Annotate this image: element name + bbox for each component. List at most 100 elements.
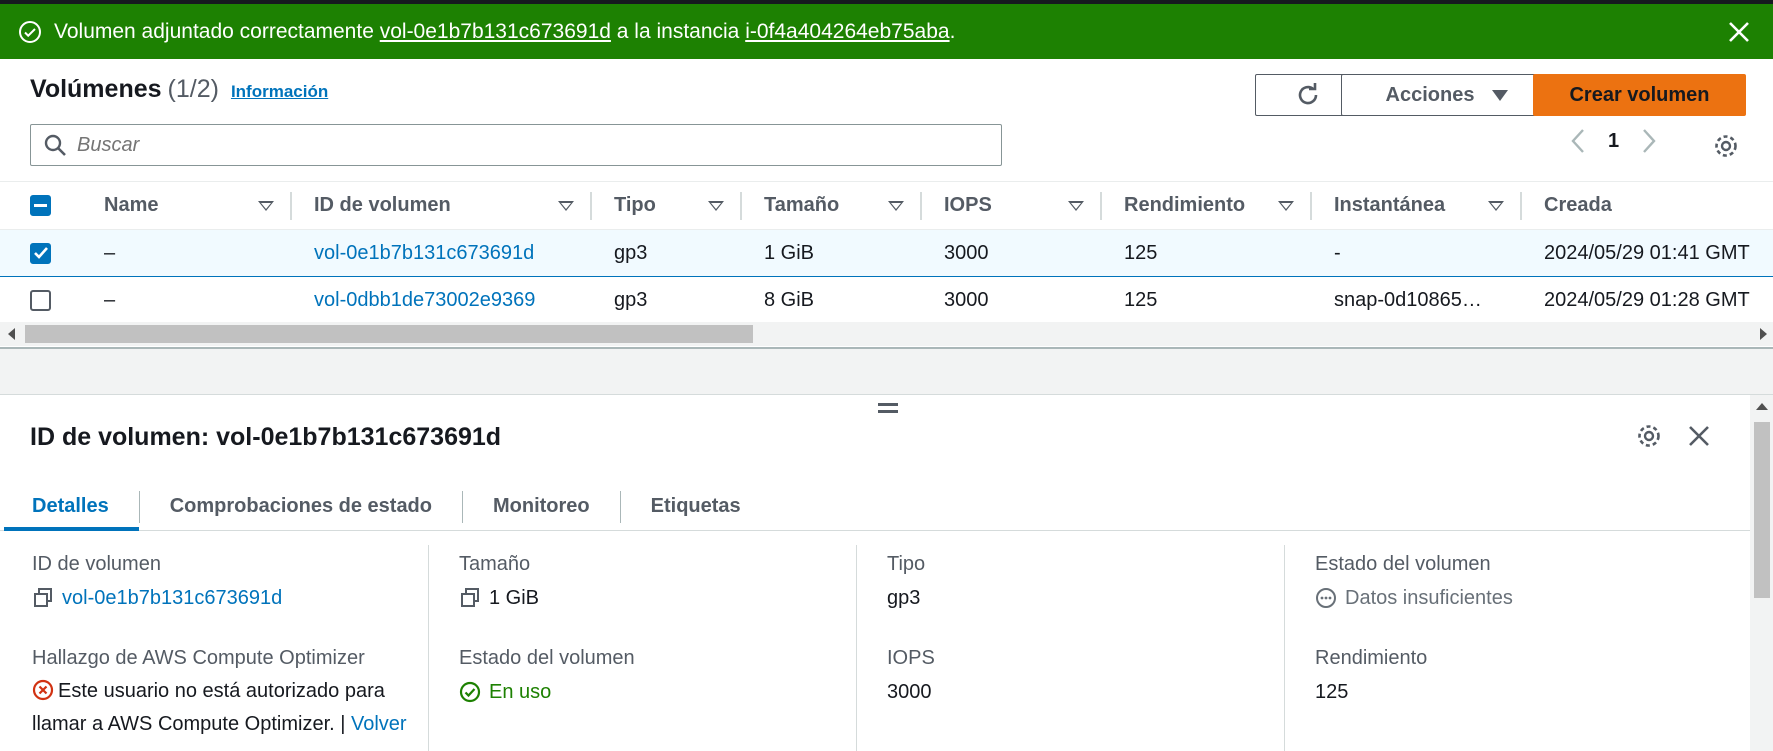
row-select-cell: [0, 276, 82, 324]
cell-iops: 3000: [922, 276, 1102, 324]
copy-icon[interactable]: [32, 587, 54, 609]
column-label: Tamaño: [764, 194, 840, 216]
cell-iops: 3000: [922, 229, 1102, 277]
tab-tags[interactable]: Etiquetas: [621, 483, 771, 530]
chevron-right-icon[interactable]: [1641, 128, 1657, 154]
refresh-icon: [1298, 83, 1318, 105]
pagination: 1: [1570, 128, 1657, 154]
table-row[interactable]: – vol-0dbb1de73002e9369 gp3 8 GiB 3000 1…: [0, 276, 1773, 324]
volume-id-link[interactable]: vol-0e1b7b131c673691d: [62, 587, 282, 610]
table-row[interactable]: – vol-0e1b7b131c673691d gp3 1 GiB 3000 1…: [0, 229, 1773, 277]
field-value: En uso: [459, 675, 856, 709]
column-header-iops[interactable]: IOPS: [922, 182, 1102, 230]
cell-throughput: 125: [1102, 229, 1312, 277]
column-label: ID de volumen: [314, 194, 451, 216]
sort-caret-icon[interactable]: [258, 200, 274, 211]
cell-snapshot: snap-0d10865…: [1312, 276, 1522, 324]
error-icon: [32, 679, 54, 701]
pending-icon: [1316, 588, 1336, 608]
column-header-created[interactable]: Creada: [1522, 182, 1773, 230]
info-link[interactable]: Información: [231, 82, 328, 102]
check-circle-icon: [459, 681, 481, 703]
retry-link[interactable]: Volver: [351, 713, 407, 735]
scroll-thumb[interactable]: [1754, 422, 1770, 598]
sort-caret-icon[interactable]: [558, 200, 574, 211]
close-icon[interactable]: [1725, 18, 1753, 46]
column-header-type[interactable]: Tipo: [592, 182, 742, 230]
detail-tabs: Detalles Comprobaciones de estado Monito…: [0, 483, 1750, 531]
sort-caret-icon[interactable]: [888, 200, 904, 211]
gear-icon[interactable]: [1713, 133, 1739, 159]
tab-monitoring[interactable]: Monitoreo: [463, 483, 620, 530]
page-title: Volúmenes: [30, 75, 162, 103]
drag-handle-icon[interactable]: [878, 403, 898, 413]
field-label: Rendimiento: [1315, 647, 1428, 669]
column-header-size[interactable]: Tamaño: [742, 182, 922, 230]
field-label: Tipo: [887, 553, 926, 575]
row-checkbox[interactable]: [30, 289, 51, 311]
field-value: Datos insuficientes: [1315, 581, 1712, 615]
scroll-left-arrow-icon[interactable]: [8, 328, 15, 340]
vertical-scrollbar[interactable]: [1750, 395, 1773, 751]
scroll-right-arrow-icon[interactable]: [1760, 328, 1767, 340]
row-checkbox[interactable]: [30, 242, 51, 264]
throughput-value: 125: [1315, 680, 1349, 703]
column-header-volume-id[interactable]: ID de volumen: [292, 182, 592, 230]
volume-id-link[interactable]: vol-0dbb1de73002e9369: [314, 289, 535, 311]
cell-type: gp3: [592, 229, 742, 277]
details-column: Estado del volumen Datos insuficientes R…: [1284, 545, 1712, 751]
scroll-thumb[interactable]: [25, 325, 753, 343]
column-label: Name: [104, 194, 159, 216]
sort-caret-icon[interactable]: [1068, 200, 1084, 211]
cell-created: 2024/05/29 01:41 GMT: [1522, 229, 1773, 277]
copy-icon[interactable]: [459, 587, 481, 609]
cell-type: gp3: [592, 276, 742, 324]
optimizer-error-text: Este usuario no está autorizado para lla…: [32, 680, 385, 735]
sort-caret-icon[interactable]: [1278, 200, 1294, 211]
flash-instance-link[interactable]: i-0f4a404264eb75aba: [745, 20, 949, 44]
detail-title: ID de volumen: vol-0e1b7b131c673691d: [30, 423, 502, 451]
column-label: Tipo: [614, 194, 656, 216]
tab-details[interactable]: Detalles: [0, 483, 139, 531]
volume-id-link[interactable]: vol-0e1b7b131c673691d: [314, 242, 534, 264]
sort-caret-icon[interactable]: [708, 200, 724, 211]
tab-status-checks[interactable]: Comprobaciones de estado: [140, 483, 462, 530]
check-circle-icon: [19, 20, 41, 43]
cell-volume-id: vol-0e1b7b131c673691d: [292, 229, 592, 277]
cell-name: –: [82, 276, 292, 324]
cell-throughput: 125: [1102, 276, 1312, 324]
column-header-name[interactable]: Name: [82, 182, 292, 230]
iops-value: 3000: [887, 680, 932, 703]
flash-volume-link[interactable]: vol-0e1b7b131c673691d: [380, 20, 611, 44]
gear-icon[interactable]: [1636, 423, 1662, 449]
search-field[interactable]: [30, 124, 1002, 166]
field-value: vol-0e1b7b131c673691d: [32, 581, 428, 615]
field-label: Tamaño: [459, 553, 531, 575]
close-icon[interactable]: [1686, 423, 1712, 449]
horizontal-scrollbar[interactable]: [0, 322, 1773, 346]
flash-prefix: Volumen adjuntado correctamente: [54, 19, 374, 43]
page-number[interactable]: 1: [1608, 130, 1619, 153]
search-icon: [44, 134, 66, 156]
column-header-throughput[interactable]: Rendimiento: [1102, 182, 1312, 230]
column-header-snapshot[interactable]: Instantánea: [1312, 182, 1522, 230]
column-label: Instantánea: [1334, 194, 1446, 216]
create-volume-button[interactable]: Crear volumen: [1533, 74, 1746, 116]
select-all-checkbox[interactable]: [30, 195, 51, 216]
cell-volume-id: vol-0dbb1de73002e9369: [292, 276, 592, 324]
cell-size: 8 GiB: [742, 276, 922, 324]
optimizer-separator: |: [334, 713, 351, 735]
column-label: Creada: [1544, 194, 1612, 216]
row-select-cell: [0, 229, 82, 277]
actions-label: Acciones: [1385, 83, 1475, 106]
sort-caret-icon[interactable]: [1488, 200, 1504, 211]
search-input[interactable]: [77, 133, 977, 157]
details-grid: ID de volumen vol-0e1b7b131c673691d Hall…: [0, 545, 1750, 751]
field-label: Hallazgo de AWS Compute Optimizer: [32, 647, 365, 669]
cell-size: 1 GiB: [742, 229, 922, 277]
column-label: Rendimiento: [1124, 194, 1246, 216]
chevron-left-icon[interactable]: [1570, 128, 1586, 154]
scroll-up-arrow-icon[interactable]: [1756, 403, 1768, 410]
actions-dropdown[interactable]: Acciones: [1341, 74, 1553, 116]
page-header: Volúmenes (1/2) Información: [30, 75, 328, 104]
